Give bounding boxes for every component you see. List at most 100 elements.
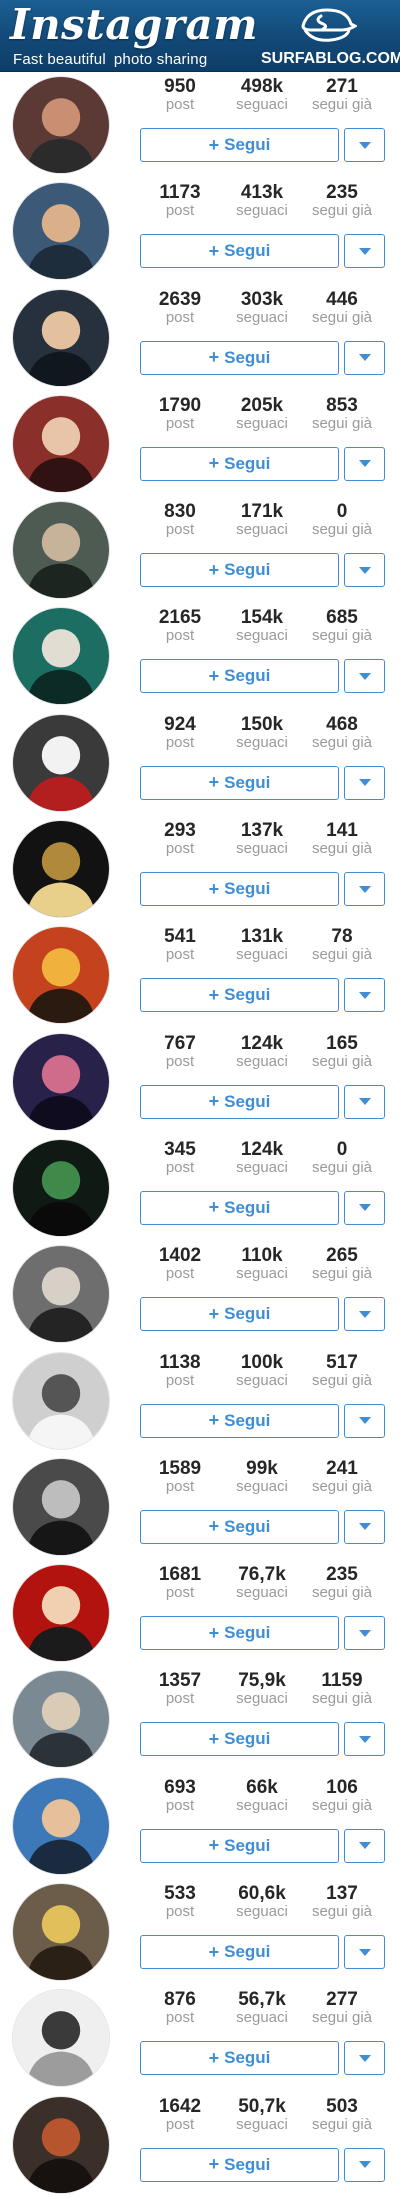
follow-label: Segui <box>224 1304 271 1324</box>
tagline-right: photo sharing <box>113 51 208 68</box>
suggestions-dropdown-button[interactable] <box>344 1616 385 1651</box>
following-stat: 78 segui già <box>302 926 382 963</box>
chevron-down-icon <box>358 566 371 574</box>
follow-label: Segui <box>224 1942 271 1962</box>
profile-avatar[interactable] <box>12 182 110 281</box>
following-count: 0 <box>336 1138 348 1160</box>
suggestions-dropdown-button[interactable] <box>344 553 385 588</box>
follow-button[interactable]: + Segui <box>140 1190 339 1225</box>
posts-label: post <box>165 627 195 645</box>
following-stat: 235 segui già <box>302 1565 382 1601</box>
profile-avatar[interactable] <box>12 1138 110 1237</box>
profile-row: 1402 post 110k seguaci 265 segui già + Segui <box>0 1241 400 1347</box>
profile-avatar[interactable] <box>12 1670 110 1769</box>
follow-button[interactable]: + Segui <box>140 234 339 269</box>
suggestions-dropdown-button[interactable] <box>344 872 385 907</box>
profile-avatar[interactable] <box>12 76 110 174</box>
follow-button[interactable]: + Segui <box>140 1403 339 1438</box>
followers-stat: 99k seguaci <box>222 1458 302 1494</box>
posts-stat: 1173 post <box>140 183 220 219</box>
suggestions-dropdown-button[interactable] <box>344 2147 385 2182</box>
follow-button[interactable]: + Segui <box>140 872 339 907</box>
suggestions-dropdown-button[interactable] <box>344 446 385 481</box>
follow-button[interactable]: + Segui <box>140 2041 339 2076</box>
posts-label: post <box>165 1903 195 1921</box>
followers-label: seguaci <box>236 2009 288 2027</box>
chevron-down-icon <box>358 991 371 999</box>
profile-avatar[interactable] <box>12 288 110 387</box>
suggestions-dropdown-button[interactable] <box>344 978 385 1013</box>
suggestions-dropdown-button[interactable] <box>344 1190 385 1225</box>
app-header: Instagram Fast beautiful photo sharing SU… <box>0 0 400 72</box>
suggestions-dropdown-button[interactable] <box>344 1403 385 1438</box>
followers-stat: 154k seguaci <box>222 607 302 644</box>
profile-row: 1681 post 76,7k seguaci 235 segui già + Segui <box>0 1560 400 1666</box>
suggestions-dropdown-button[interactable] <box>344 1828 385 1863</box>
profile-avatar[interactable] <box>12 607 110 706</box>
follow-button[interactable]: + Segui <box>140 446 339 481</box>
profile-avatar[interactable] <box>12 1351 110 1450</box>
plus-icon: + <box>208 453 220 474</box>
following-stat: 853 segui già <box>302 395 382 431</box>
follow-button[interactable]: + Segui <box>140 1084 339 1119</box>
follow-button[interactable]: + Segui <box>140 765 339 800</box>
profile-avatar[interactable] <box>12 501 110 600</box>
profile-avatar[interactable] <box>12 1564 110 1663</box>
profile-avatar[interactable] <box>12 1989 110 2088</box>
suggestions-dropdown-button[interactable] <box>344 128 385 162</box>
posts-stat: 693 post <box>140 1777 220 1813</box>
posts-count: 1357 <box>158 1670 202 1692</box>
suggestions-dropdown-button[interactable] <box>344 1509 385 1544</box>
follow-button[interactable]: + Segui <box>140 1509 339 1544</box>
following-count: 78 <box>331 926 353 948</box>
follow-button[interactable]: + Segui <box>140 1297 339 1332</box>
chevron-down-icon <box>358 1948 371 1956</box>
suggestions-dropdown-button[interactable] <box>344 340 385 375</box>
suggestions-dropdown-button[interactable] <box>344 234 385 269</box>
profile-avatar[interactable] <box>12 820 110 919</box>
follow-button[interactable]: + Segui <box>140 1616 339 1651</box>
followers-stat: 110k seguaci <box>222 1246 302 1282</box>
following-stat: 235 segui già <box>302 183 382 219</box>
suggestions-dropdown-button[interactable] <box>344 765 385 800</box>
posts-label: post <box>165 946 195 964</box>
followers-count: 124k <box>240 1138 284 1160</box>
profile-avatar[interactable] <box>12 1776 110 1875</box>
profile-avatar[interactable] <box>12 926 110 1025</box>
following-stat: 0 segui già <box>302 502 382 538</box>
suggestions-dropdown-button[interactable] <box>344 1297 385 1332</box>
posts-stat: 2165 post <box>140 608 220 645</box>
suggestions-dropdown-button[interactable] <box>344 1935 385 1970</box>
follow-button[interactable]: + Segui <box>140 1935 339 1970</box>
follow-button[interactable]: + Segui <box>140 340 339 375</box>
follow-button[interactable]: + Segui <box>140 128 339 162</box>
suggestions-dropdown-button[interactable] <box>344 2041 385 2076</box>
profile-avatar[interactable] <box>12 1883 110 1982</box>
follow-button[interactable]: + Segui <box>140 659 339 694</box>
follow-button[interactable]: + Segui <box>140 553 339 588</box>
suggestions-dropdown-button[interactable] <box>344 659 385 694</box>
following-stat: 446 segui già <box>302 289 382 325</box>
following-count: 517 <box>326 1351 358 1373</box>
followers-stat: 100k seguaci <box>222 1352 302 1388</box>
followers-count: 154k <box>240 607 284 629</box>
followers-count: 76,7k <box>238 1564 286 1586</box>
follow-button[interactable]: + Segui <box>140 1722 339 1757</box>
follow-button[interactable]: + Segui <box>140 2147 339 2182</box>
suggestions-dropdown-button[interactable] <box>344 1084 385 1119</box>
follow-button[interactable]: + Segui <box>140 1828 339 1863</box>
profile-avatar[interactable] <box>12 713 110 812</box>
profile-row: 830 post 171k seguaci 0 segui già + Segui <box>0 497 400 603</box>
profile-avatar[interactable] <box>12 2095 110 2194</box>
posts-stat: 950 post <box>140 77 220 113</box>
chevron-down-icon <box>358 1735 371 1743</box>
profile-avatar[interactable] <box>12 1457 110 1556</box>
following-count: 106 <box>326 1776 358 1798</box>
profile-avatar[interactable] <box>12 1245 110 1344</box>
profile-avatar[interactable] <box>12 1032 110 1131</box>
suggestions-dropdown-button[interactable] <box>344 1722 385 1757</box>
followers-stat: 205k seguaci <box>222 395 302 431</box>
posts-label: post <box>165 2009 195 2027</box>
profile-avatar[interactable] <box>12 394 110 493</box>
follow-button[interactable]: + Segui <box>140 978 339 1013</box>
